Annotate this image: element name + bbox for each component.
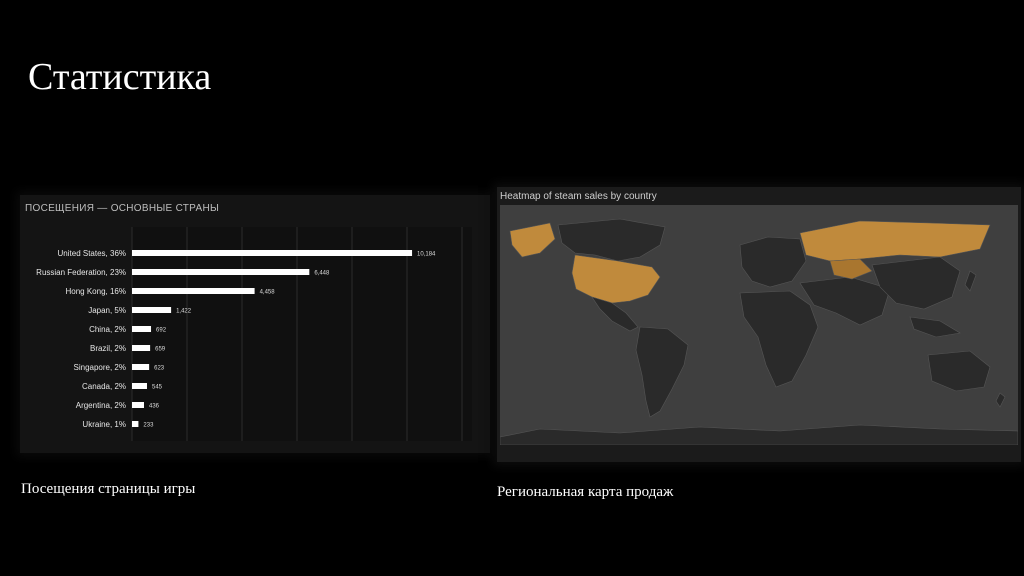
sales-map-heading: Heatmap of steam sales by country — [500, 191, 657, 202]
visits-bar-chart: United States, 36% 10,184 Russian Federati… — [36, 227, 472, 441]
world-heatmap — [500, 205, 1018, 445]
bar — [132, 364, 150, 370]
bar — [132, 250, 413, 256]
sales-map-caption: Региональная карта продаж — [497, 484, 674, 500]
bar — [132, 383, 147, 389]
bar — [132, 345, 151, 351]
slide-title: Статистика — [28, 56, 212, 98]
bar-category-label: China, 2% — [89, 325, 126, 334]
bar-value-label: 4,458 — [260, 290, 276, 296]
bar-value-label: 6,448 — [314, 271, 330, 277]
bar-category-label: Russian Federation, 23% — [36, 268, 126, 277]
bar — [132, 307, 172, 313]
plot-area — [132, 227, 472, 441]
bar-category-label: Japan, 5% — [88, 306, 126, 315]
bar-value-label: 659 — [155, 347, 166, 353]
bar-value-label: 692 — [156, 328, 167, 334]
bar-value-label: 623 — [154, 366, 165, 372]
bar-category-label: Canada, 2% — [82, 382, 126, 391]
bar-category-label: Brazil, 2% — [90, 344, 126, 353]
bar-value-label: 436 — [149, 404, 160, 410]
bar-value-label: 233 — [143, 423, 154, 429]
bar-category-label: Argentina, 2% — [76, 401, 126, 410]
bar-category-label: Singapore, 2% — [74, 363, 126, 372]
bar-value-label: 1,422 — [176, 309, 192, 315]
bar — [132, 402, 144, 408]
bar-value-label: 545 — [152, 385, 163, 391]
bar-value-label: 10,184 — [417, 252, 436, 258]
bar-category-label: United States, 36% — [58, 249, 126, 258]
bar-category-label: Ukraine, 1% — [82, 420, 126, 429]
bar-category-label: Hong Kong, 16% — [66, 287, 127, 296]
bar — [132, 326, 152, 332]
bar — [132, 421, 139, 427]
sales-map-panel: Heatmap of steam sales by country — [497, 187, 1021, 462]
bar — [132, 269, 310, 275]
bar — [132, 288, 255, 294]
visits-chart-panel: ПОСЕЩЕНИЯ — ОСНОВНЫЕ СТРАНЫ United State… — [20, 195, 490, 453]
visits-caption: Посещения страницы игры — [21, 481, 196, 497]
